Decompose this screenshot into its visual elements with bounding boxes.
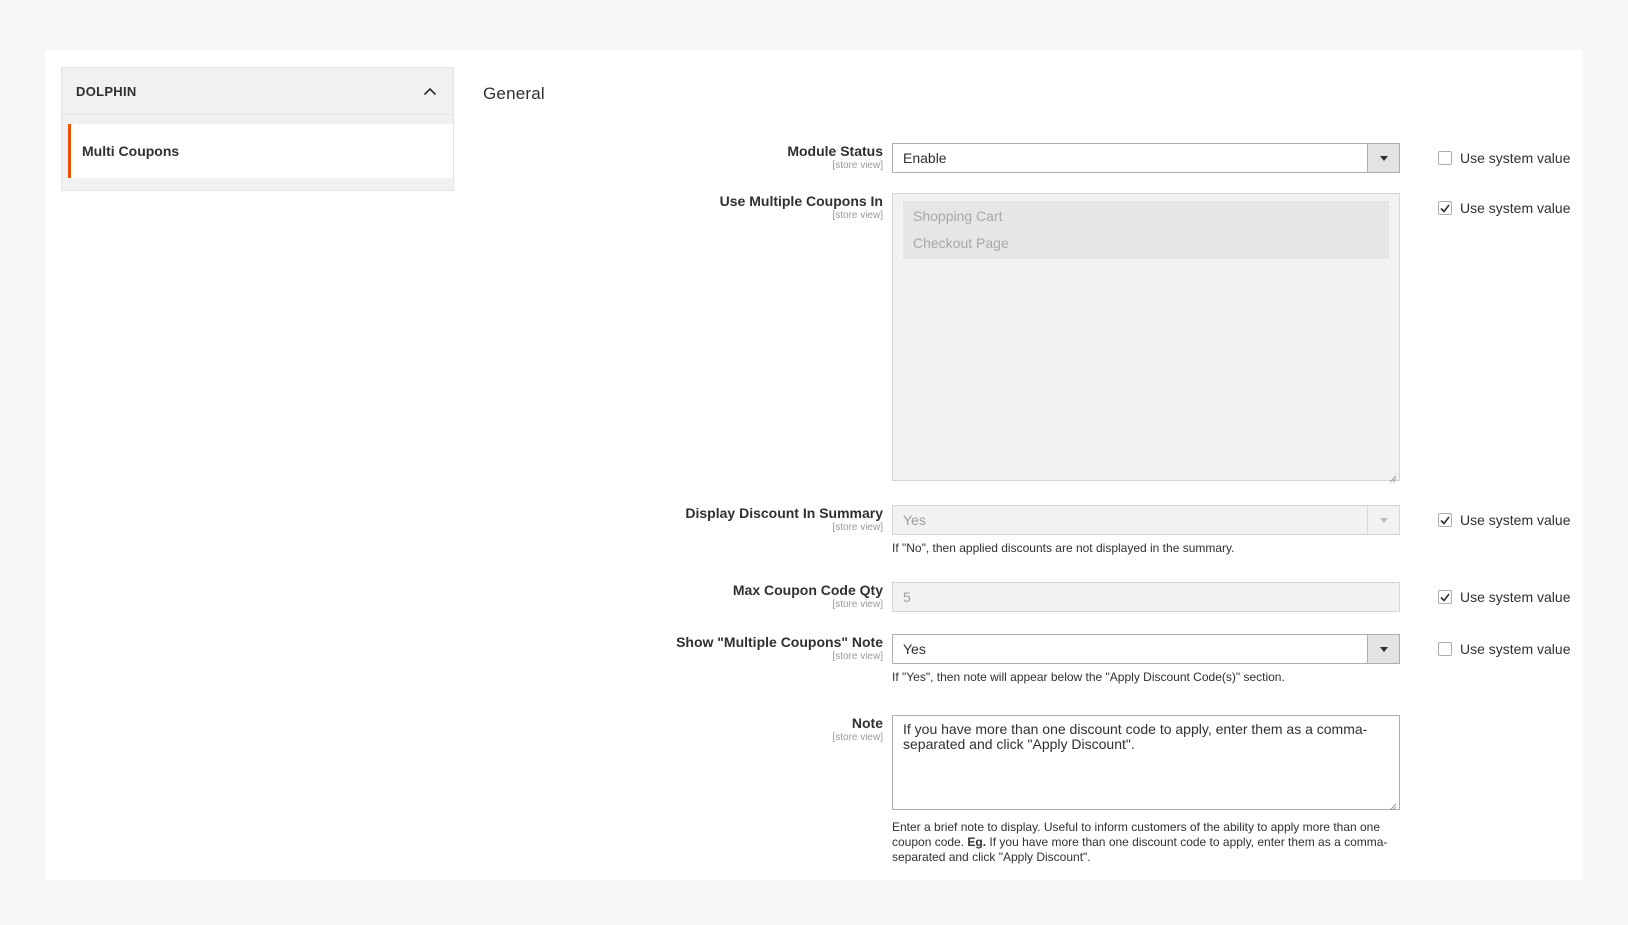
dropdown-arrow-icon[interactable]: [1367, 635, 1399, 663]
checkbox-label: Use system value: [1460, 512, 1571, 528]
field-label-note: Note [store view]: [483, 715, 883, 744]
select-value: Enable: [903, 150, 947, 166]
checkbox-checked[interactable]: [1438, 513, 1452, 527]
field-comment: If "No", then applied discounts are not …: [892, 541, 1235, 555]
use-multiple-coupons-multiselect[interactable]: Shopping Cart Checkout Page: [892, 193, 1400, 483]
resize-handle-icon[interactable]: [1389, 799, 1397, 811]
field-label-text: Show "Multiple Coupons" Note: [676, 634, 883, 650]
sidebar-group-body: Multi Coupons: [61, 115, 454, 191]
dropdown-arrow-icon[interactable]: [1367, 506, 1399, 534]
sidebar-item-label: Multi Coupons: [82, 143, 180, 159]
show-note-select[interactable]: Yes: [892, 634, 1400, 664]
max-coupon-qty-input[interactable]: 5: [892, 582, 1400, 612]
config-sidebar: DOLPHIN Multi Coupons: [61, 67, 454, 191]
sidebar-group-title: DOLPHIN: [76, 83, 137, 99]
scope-label: [store view]: [832, 599, 883, 610]
use-system-value-display-discount[interactable]: Use system value: [1438, 512, 1570, 528]
field-label-text: Note: [851, 715, 883, 731]
dropdown-arrow-icon[interactable]: [1367, 144, 1399, 172]
select-value: Yes: [903, 512, 926, 528]
sidebar-item-multi-coupons[interactable]: Multi Coupons: [68, 124, 453, 178]
field-label-text: Max Coupon Code Qty: [732, 582, 883, 598]
checkbox[interactable]: [1438, 642, 1452, 656]
multiselect-option[interactable]: Checkout Page: [903, 230, 1389, 257]
section-title: General: [483, 84, 545, 103]
use-system-value-max-coupon-qty[interactable]: Use system value: [1438, 589, 1570, 605]
select-value: Yes: [903, 641, 926, 657]
field-label-text: Use Multiple Coupons In: [719, 193, 883, 209]
field-label-use-multiple-coupons-in: Use Multiple Coupons In [store view]: [483, 193, 883, 222]
module-status-select[interactable]: Enable: [892, 143, 1400, 173]
note-textarea[interactable]: If you have more than one discount code …: [892, 715, 1400, 811]
sidebar-group-header[interactable]: DOLPHIN: [61, 67, 454, 115]
checkbox[interactable]: [1438, 151, 1452, 165]
multiselect-option[interactable]: Shopping Cart: [903, 203, 1389, 230]
config-panel: DOLPHIN Multi Coupons General Module Sta…: [45, 50, 1583, 880]
use-system-value-use-multiple-coupons-in[interactable]: Use system value: [1438, 200, 1570, 216]
scope-label: [store view]: [832, 160, 883, 171]
use-system-value-show-note[interactable]: Use system value: [1438, 641, 1570, 657]
field-label-text: Display Discount In Summary: [685, 505, 883, 521]
scope-label: [store view]: [832, 651, 883, 662]
field-label-display-discount-in-summary: Display Discount In Summary [store view]: [483, 505, 883, 534]
field-label-text: Module Status: [787, 143, 883, 159]
display-discount-select[interactable]: Yes: [892, 505, 1400, 535]
scope-label: [store view]: [832, 522, 883, 533]
multiselect-options: Shopping Cart Checkout Page: [903, 201, 1389, 259]
chevron-up-icon[interactable]: [421, 82, 439, 100]
checkbox-label: Use system value: [1460, 641, 1571, 657]
resize-handle-icon[interactable]: [1389, 470, 1397, 483]
checkbox-checked[interactable]: [1438, 201, 1452, 215]
checkbox-label: Use system value: [1460, 150, 1571, 166]
field-label-module-status: Module Status [store view]: [483, 143, 883, 172]
scope-label: [store view]: [832, 210, 883, 221]
scope-label: [store view]: [832, 732, 883, 743]
field-label-max-coupon-code-qty: Max Coupon Code Qty [store view]: [483, 582, 883, 611]
field-comment: If "Yes", then note will appear below th…: [892, 670, 1285, 684]
checkbox-label: Use system value: [1460, 589, 1571, 605]
field-label-show-note: Show "Multiple Coupons" Note [store view…: [483, 634, 883, 663]
checkbox-checked[interactable]: [1438, 590, 1452, 604]
checkbox-label: Use system value: [1460, 200, 1571, 216]
use-system-value-module-status[interactable]: Use system value: [1438, 150, 1570, 166]
comment-example-bold: Eg.: [967, 835, 987, 849]
textarea-value: If you have more than one discount code …: [903, 721, 1368, 752]
field-comment: Enter a brief note to display. Useful to…: [892, 820, 1400, 865]
